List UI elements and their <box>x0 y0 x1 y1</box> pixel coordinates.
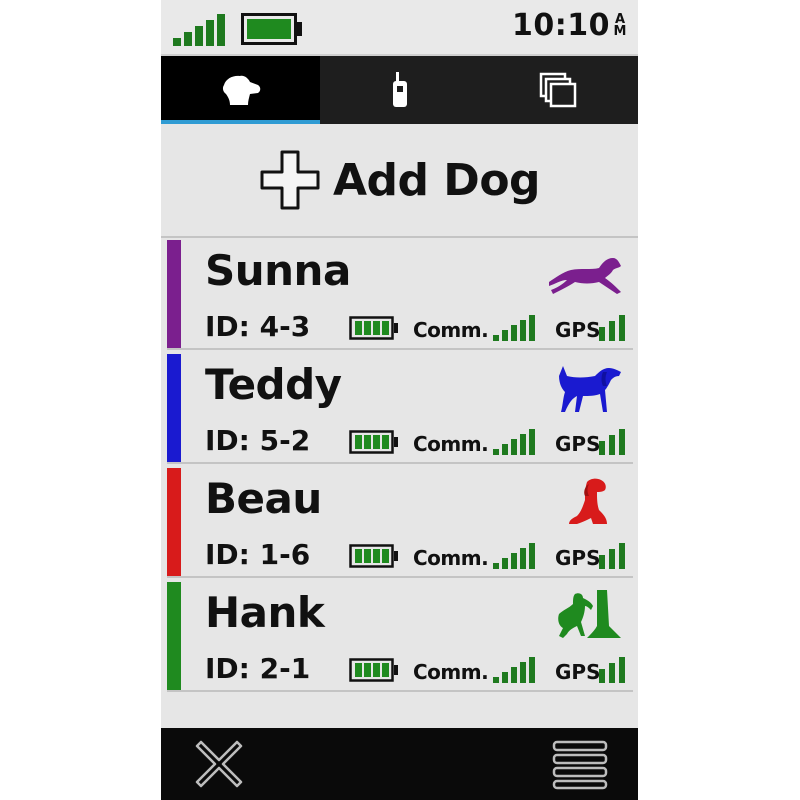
add-dog-button[interactable]: Add Dog <box>161 124 638 238</box>
dog-color-strip <box>167 354 181 462</box>
gps-signal-icon <box>599 315 625 341</box>
collar-battery-icon <box>349 658 398 682</box>
handheld-radio-icon <box>392 72 407 107</box>
dog-name: Teddy <box>205 360 342 409</box>
clock-ampm: AM <box>613 12 627 39</box>
gps-label: GPS <box>555 546 601 570</box>
tab-dogs[interactable] <box>161 56 320 124</box>
tab-bar <box>161 56 638 124</box>
comm-label: Comm. <box>413 546 489 570</box>
menu-icon[interactable] <box>552 738 608 790</box>
gps-label: GPS <box>555 432 601 456</box>
comm-signal-icon <box>493 543 535 569</box>
dog-color-strip <box>167 240 181 348</box>
signal-strength-icon <box>173 14 225 46</box>
dog-head-icon <box>222 75 260 105</box>
tab-handhelds[interactable] <box>320 56 479 124</box>
comm-label: Comm. <box>413 660 489 684</box>
collar-battery-icon <box>349 544 398 568</box>
gps-label: GPS <box>555 660 601 684</box>
dog-list-panel: Add Dog Sunna ID: 4-3 Comm. GPS Teddy ID… <box>161 124 638 728</box>
battery-icon <box>241 13 302 45</box>
gps-label: GPS <box>555 318 601 342</box>
stacked-pages-icon <box>539 72 576 108</box>
comm-label: Comm. <box>413 318 489 342</box>
dog-name: Sunna <box>205 246 351 295</box>
bottom-bar <box>161 728 638 800</box>
dog-row-hank[interactable]: Hank ID: 2-1 Comm. GPS <box>167 580 633 692</box>
treed-dog-icon <box>558 590 621 638</box>
clock-time: 10:10 <box>512 8 610 43</box>
status-bar: 10:10 AM <box>161 0 638 56</box>
dog-row-beau[interactable]: Beau ID: 1-6 Comm. GPS <box>167 466 633 578</box>
collar-battery-icon <box>349 316 398 340</box>
plus-icon <box>260 150 320 210</box>
gps-signal-icon <box>599 657 625 683</box>
add-dog-label: Add Dog <box>332 154 541 206</box>
sitting-dog-icon <box>569 478 607 524</box>
running-dog-icon <box>549 258 621 294</box>
tab-pages[interactable] <box>479 56 638 124</box>
collar-battery-icon <box>349 430 398 454</box>
gps-signal-icon <box>599 543 625 569</box>
dog-name: Hank <box>205 588 325 637</box>
comm-signal-icon <box>493 315 535 341</box>
dog-id: ID: 4-3 <box>205 310 311 343</box>
dog-id: ID: 5-2 <box>205 424 311 457</box>
dog-row-teddy[interactable]: Teddy ID: 5-2 Comm. GPS <box>167 352 633 464</box>
close-icon[interactable] <box>191 736 247 792</box>
pointing-dog-icon <box>559 366 621 412</box>
dog-color-strip <box>167 468 181 576</box>
dog-id: ID: 2-1 <box>205 652 311 685</box>
dog-row-sunna[interactable]: Sunna ID: 4-3 Comm. GPS <box>167 238 633 350</box>
dog-color-strip <box>167 582 181 690</box>
comm-label: Comm. <box>413 432 489 456</box>
gps-signal-icon <box>599 429 625 455</box>
comm-signal-icon <box>493 657 535 683</box>
device-screen: 10:10 AM Add Dog Sunna ID: 4-3 Comm. GPS… <box>161 0 638 800</box>
dog-name: Beau <box>205 474 322 523</box>
dog-id: ID: 1-6 <box>205 538 311 571</box>
comm-signal-icon <box>493 429 535 455</box>
